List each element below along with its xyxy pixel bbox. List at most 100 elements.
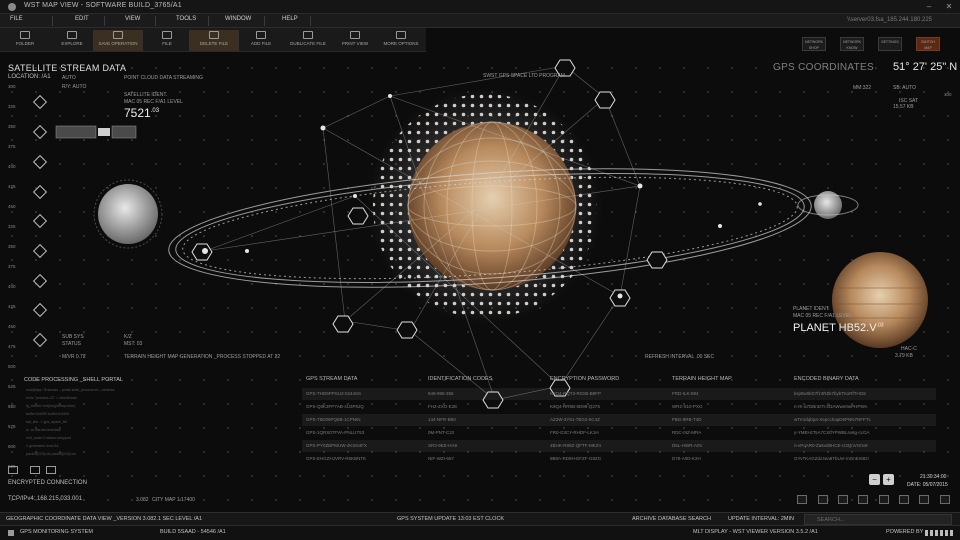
ident-number: 7521 (124, 106, 151, 120)
menu-file[interactable]: FILE (10, 16, 23, 22)
clock-time: 21:30:34:00 (920, 474, 947, 480)
tool-print-view[interactable]: PRINT VIEW (330, 30, 380, 51)
nav-map-icon[interactable] (32, 213, 48, 229)
table-cell: GYvTKAGZdz4ea8TbUvr-mGnEr68zI (794, 456, 869, 461)
settings-button[interactable]: SETTINGS (878, 37, 902, 51)
hac-value: 3.79 KB (895, 353, 913, 359)
tool-folder[interactable]: FOLDER (0, 30, 50, 51)
nav-zoom-icon[interactable] (32, 273, 48, 289)
table-row[interactable]: GPS-PY0ZBPMUW-4KSN4FX SR3-9EE-HA9 4BHK-R… (302, 440, 936, 452)
brand-logo-icon (925, 530, 953, 536)
view-icon-7[interactable] (919, 495, 929, 504)
view-icon-5[interactable] (879, 495, 889, 504)
table-header: ENCRYPTION PASSWORD (550, 376, 620, 382)
ruler-tick: 375 (8, 144, 16, 149)
ry-auto-label: R/Y: AUTO (62, 84, 87, 90)
code-line: fg_render::init(heightmap=true) (26, 404, 76, 408)
tool-label: PRINT VIEW (341, 41, 369, 46)
close-icon[interactable]: ✕ (944, 2, 954, 12)
table-row[interactable]: GPS-THD6PPSU3-0244SS 549-998-356 K8Q4-RQ… (302, 388, 936, 400)
tool-label: DUBLICATE FILE (290, 41, 326, 46)
view-icon-6[interactable] (899, 495, 909, 504)
window-title: WST MAP VIEW - SOFTWARE BUILD_3765/A1 (24, 2, 182, 9)
ruler-tick: 375 (8, 264, 16, 269)
code-line: buffer:0x00f3 buffer:0x00f4 (26, 412, 69, 416)
search-input[interactable]: SEARCH... (804, 514, 952, 525)
ruler-tick: 450 (8, 204, 16, 209)
location-label: LOCATION: /A1 (8, 74, 51, 80)
menu-edit[interactable]: EDIT (75, 16, 89, 22)
print-icon[interactable] (46, 466, 56, 474)
ruler-tick: 300 (8, 84, 16, 89)
tool-more-options[interactable]: MORE OPTIONS (376, 30, 426, 51)
nav-grid-icon[interactable] (32, 124, 48, 140)
table-cell: GPS-1QRS0TFVA-PNLU7S3 (306, 430, 365, 435)
view-icon-1[interactable] (797, 495, 807, 504)
menu-help[interactable]: HELP (282, 16, 298, 22)
zoom-in-icon[interactable]: + (883, 474, 894, 485)
monitor-icon[interactable] (8, 466, 18, 474)
tool-label: DELETE FILE (199, 41, 229, 46)
table-row[interactable]: GPS-EHGZHJVRV-R6KBNTE NIF-WZI-657 9B8A-R… (302, 453, 936, 465)
network-shop-button[interactable]: NETWORK SHOP (802, 37, 826, 51)
ruler-tick: 450 (8, 324, 16, 329)
table-row[interactable]: GPS-Q8K3FP7AB-4U3P8JQ FH2-ZXG-E2E K8Q4-R… (302, 401, 936, 413)
nav-rotate-icon[interactable] (32, 243, 48, 259)
planet-name: PLANET HB52.V.03 (793, 322, 884, 334)
footer-version: MLT DISPLAY - WST VIEWER VERSION 3.5.2 /… (693, 529, 818, 535)
footer-build: BUILD 5SAAD - 54546 /A1 (160, 529, 226, 535)
view-icon-2[interactable] (818, 495, 828, 504)
switch-map-button[interactable]: SWITCH MAP (916, 37, 940, 51)
table-row[interactable]: GPS-1QRS0TFVA-PNLU7S3 0M-PNT-C22 FR0-G3C… (302, 427, 936, 439)
kz-label: K/Z (124, 334, 132, 340)
tool-file[interactable]: FILE (142, 30, 192, 51)
sb-label: SB: AUTO (893, 85, 916, 91)
ruler-tick: 525 (8, 384, 16, 389)
menu-view[interactable]: VIEW (125, 16, 140, 22)
network-know-button[interactable]: NETWORK KNOW (840, 37, 864, 51)
table-cell: FR0-G3CY-RHDF-LK1H (550, 430, 599, 435)
menu-window[interactable]: WINDOW (225, 16, 251, 22)
nav-settings-icon[interactable] (32, 332, 48, 348)
footer-bar: GPS MONITORING SYSTEM BUILD 5SAAD - 5454… (0, 525, 960, 540)
view-icon-3[interactable] (838, 495, 848, 504)
add-file-icon (256, 31, 266, 39)
tool-duplicate-file[interactable]: DUBLICATE FILE (283, 30, 333, 51)
code-line: echo "process 22" > /dev/terrain (26, 396, 77, 400)
nav-pin-icon[interactable] (32, 154, 48, 170)
hac-label: HAC-C (901, 346, 917, 352)
table-cell: D6L-HWR-A0V (672, 443, 703, 448)
view-icon-8[interactable] (940, 495, 950, 504)
tool-explore[interactable]: EXPLORE (47, 30, 97, 51)
nav-layer-icon[interactable] (32, 184, 48, 200)
save-icon[interactable] (30, 466, 40, 474)
zoom-out-icon[interactable]: − (869, 474, 880, 485)
view-icon-4[interactable] (858, 495, 868, 504)
tool-add-file[interactable]: ADD FILE (236, 30, 286, 51)
minimize-icon[interactable]: – (924, 2, 934, 12)
tool-save-operation[interactable]: SAVE OPERATION (93, 30, 143, 51)
code-panel-title: CODE PROCESSING _SHELL PORTAL (24, 377, 123, 383)
nav-crosshair-icon[interactable] (32, 94, 48, 110)
status-label: STATUS (62, 341, 81, 347)
left-moon[interactable] (98, 184, 158, 244)
update-interval: UPDATE INTERVAL: 2MIN (728, 516, 795, 522)
save-icon (113, 31, 123, 39)
ruler-tick: 475 (8, 344, 16, 349)
table-row[interactable]: GPS-T5D06PQ5B-1CPNIN 144-NFR-B50 AZ2W-3Y… (302, 414, 936, 426)
satellite-stream-title: SATELLITE STREAM DATA (8, 63, 127, 73)
file-icon (162, 31, 172, 39)
central-planet[interactable] (408, 122, 576, 290)
menu-tools[interactable]: TOOLS (176, 16, 196, 22)
archive-search-label[interactable]: ARCHIVE DATABASE SEARCH (632, 516, 711, 522)
tool-label: FOLDER (15, 41, 35, 46)
ruler-tick: 600 (8, 444, 16, 449)
ruler-tick: 575 (8, 424, 16, 429)
title-bar: WST MAP VIEW - SOFTWARE BUILD_3765/A1 – … (0, 0, 960, 14)
code-line: // generated level A1 (26, 444, 59, 448)
nav-target-icon[interactable] (32, 302, 48, 318)
table-cell: AZ2W-3Y81-7BG2-5C4Z (550, 417, 600, 422)
explore-icon (67, 31, 77, 39)
ruler-tick: 325 (8, 104, 16, 109)
tool-delete-file[interactable]: DELETE FILE (189, 30, 239, 51)
